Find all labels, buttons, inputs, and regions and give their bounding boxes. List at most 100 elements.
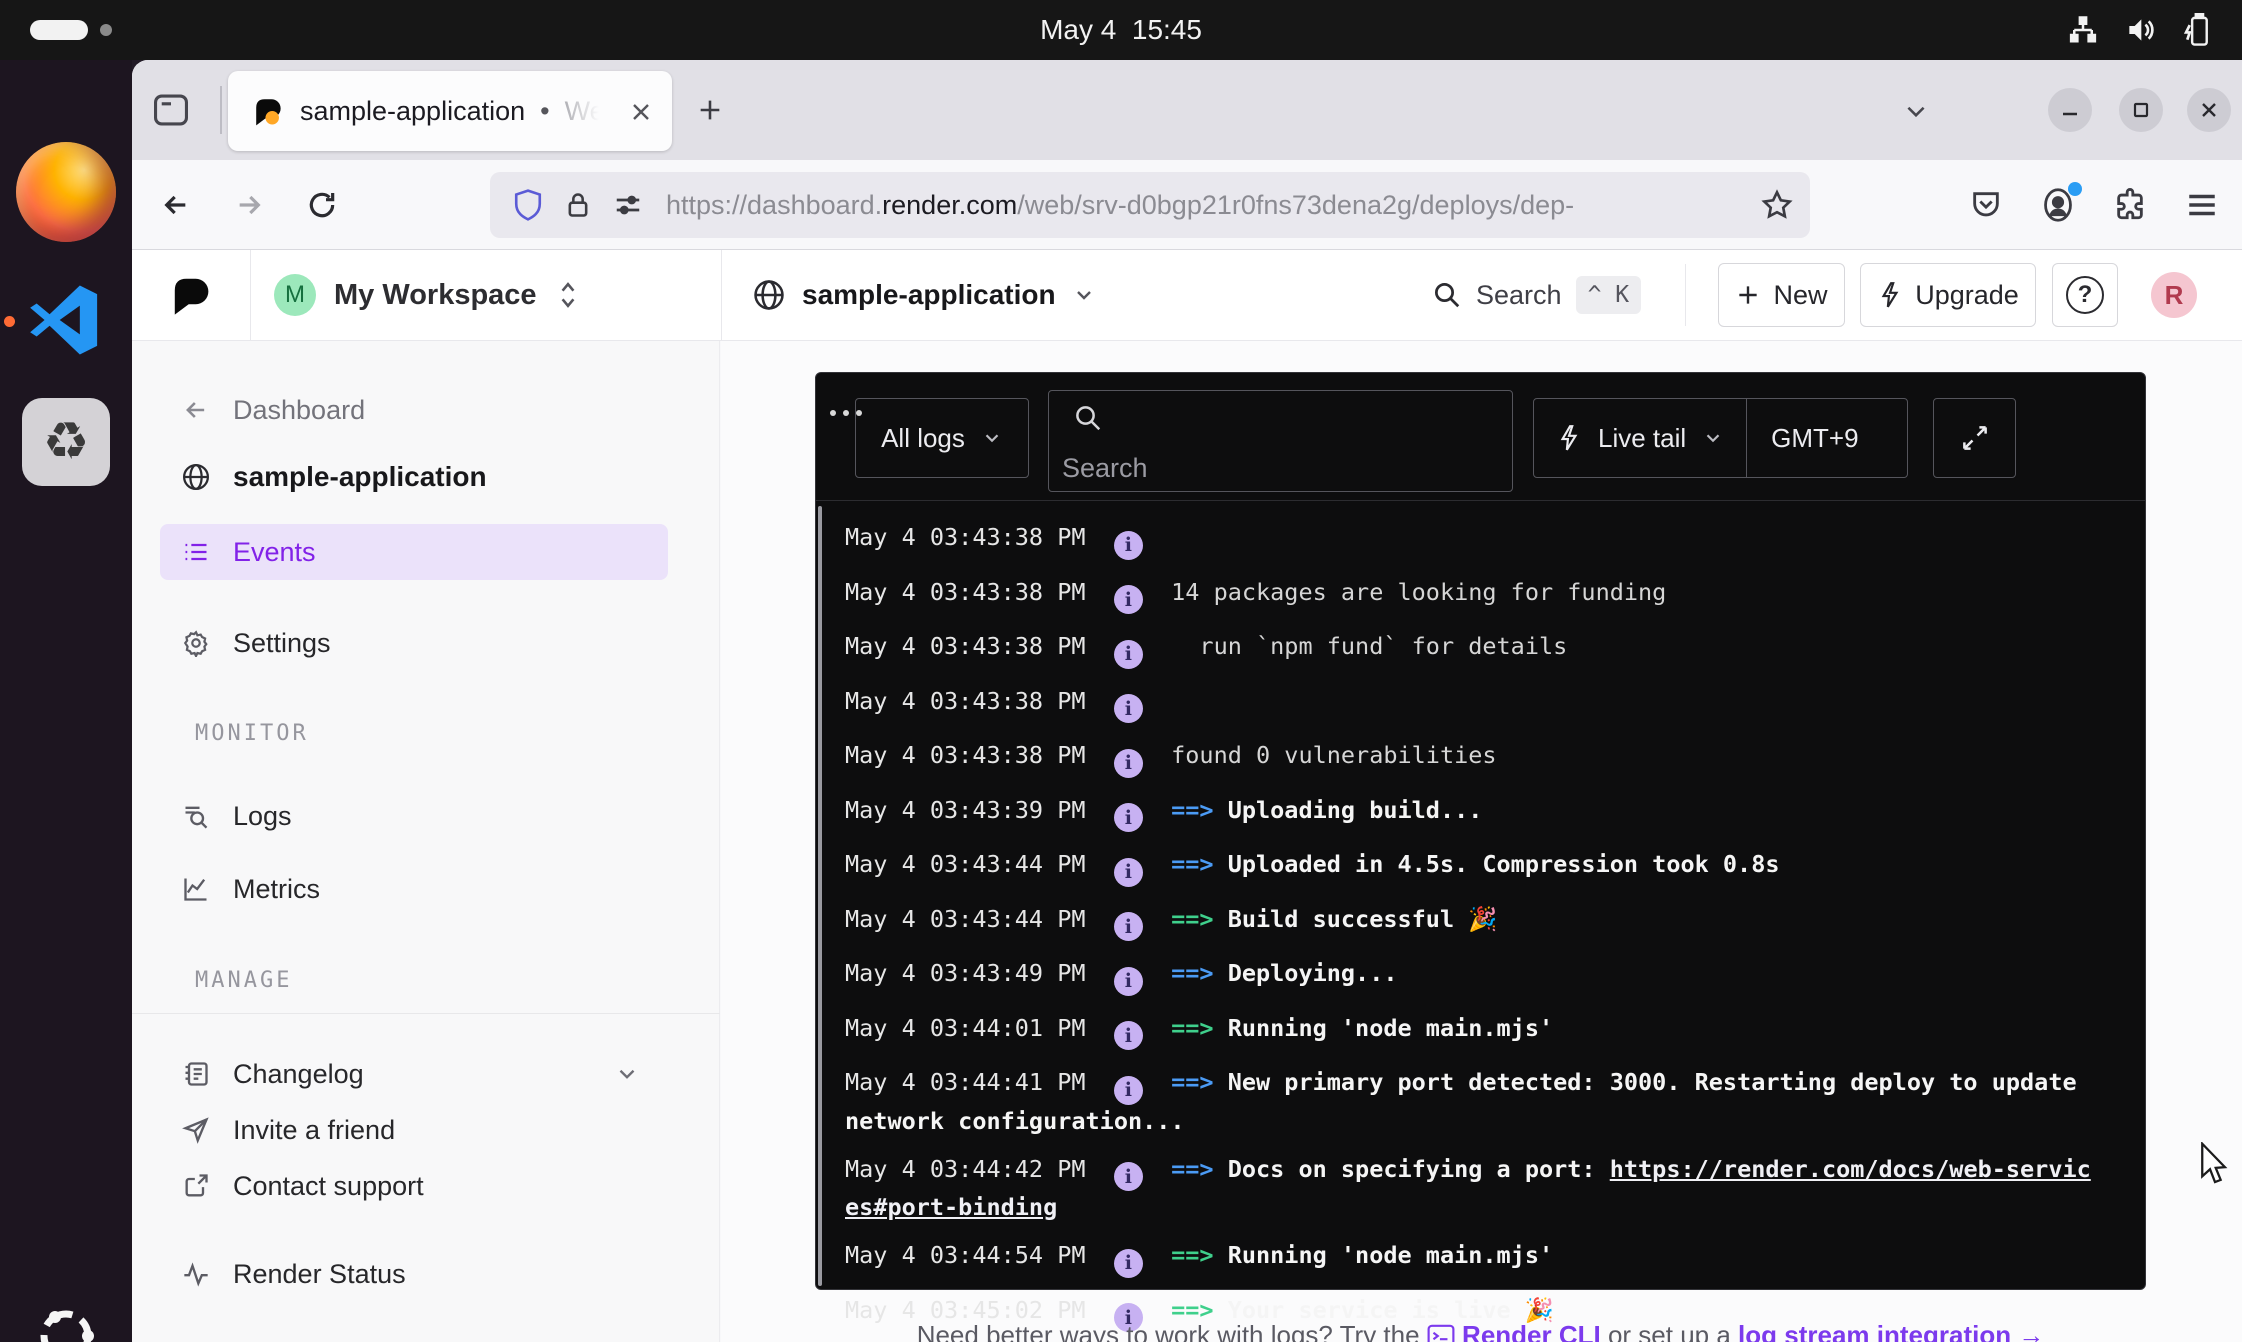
log-entry[interactable]: May 4 03:43:49 PM i ==> Deploying... bbox=[845, 957, 2099, 996]
service-switcher[interactable]: sample-application bbox=[752, 250, 1096, 340]
workspace-switcher[interactable]: M My Workspace bbox=[274, 250, 581, 340]
bookmark-star-icon[interactable] bbox=[1758, 186, 1796, 224]
log-entry[interactable]: May 4 03:43:38 PM i found 0 vulnerabilit… bbox=[845, 739, 2099, 778]
log-entry[interactable]: May 4 03:43:38 PM i bbox=[845, 685, 2099, 724]
recycler-icon[interactable]: ♻ bbox=[22, 398, 110, 486]
log-timestamp: May 4 03:44:41 PM bbox=[845, 1068, 1086, 1096]
browser-window: sample-application • We bbox=[132, 60, 2242, 1342]
log-scrollbar[interactable] bbox=[818, 506, 822, 1286]
info-icon[interactable]: i bbox=[1114, 1249, 1143, 1278]
paper-plane-icon bbox=[181, 1116, 211, 1144]
sidebar-item-metrics[interactable]: Metrics bbox=[160, 861, 668, 917]
info-icon[interactable]: i bbox=[1114, 749, 1143, 778]
sidebar-item-render-status[interactable]: Render Status bbox=[160, 1246, 668, 1302]
info-icon[interactable]: i bbox=[1114, 803, 1143, 832]
log-footer: Need better ways to work with logs? Try … bbox=[815, 1320, 2146, 1342]
forward-button[interactable] bbox=[226, 182, 272, 228]
render-favicon bbox=[252, 95, 284, 127]
sidebar-item-changelog[interactable]: Changelog bbox=[160, 1046, 668, 1102]
tab-list-chevron-icon[interactable] bbox=[1894, 96, 1938, 126]
sidebar-service-title[interactable]: sample-application bbox=[160, 449, 668, 505]
log-filter-dropdown[interactable]: All logs bbox=[855, 398, 1029, 478]
log-entry[interactable]: May 4 03:44:41 PM i ==> New primary port… bbox=[845, 1066, 2099, 1137]
log-message: Uploading build... bbox=[1228, 796, 1483, 824]
arrow-left-icon bbox=[181, 396, 211, 424]
active-tab[interactable]: sample-application • We bbox=[228, 71, 672, 151]
dock: ♻ bbox=[0, 60, 132, 1342]
sidebar-item-events[interactable]: Events bbox=[160, 524, 668, 580]
tab-close-icon[interactable] bbox=[624, 95, 658, 129]
log-entry[interactable]: May 4 03:43:38 PM i 14 packages are look… bbox=[845, 576, 2099, 615]
log-entries[interactable]: May 4 03:43:38 PM i May 4 03:43:38 PM i … bbox=[845, 505, 2099, 1342]
metrics-chart-icon bbox=[181, 875, 211, 903]
sidebar-item-contact-support[interactable]: Contact support bbox=[160, 1158, 668, 1214]
close-button[interactable] bbox=[2187, 88, 2231, 132]
timezone-label[interactable]: GMT+9 bbox=[1771, 423, 1858, 454]
firefox-icon[interactable] bbox=[16, 142, 116, 242]
extensions-icon[interactable] bbox=[2108, 182, 2152, 228]
expand-logs-button[interactable] bbox=[1933, 398, 2016, 478]
log-entry[interactable]: May 4 03:43:44 PM i ==> Build successful… bbox=[845, 903, 2099, 942]
ubuntu-icon[interactable] bbox=[30, 1300, 102, 1342]
sidebar-item-logs[interactable]: Logs bbox=[160, 788, 668, 844]
info-icon[interactable]: i bbox=[1114, 1076, 1143, 1105]
log-stream-integration-link[interactable]: log stream integration → bbox=[1738, 1320, 2044, 1342]
info-icon[interactable]: i bbox=[1114, 1021, 1143, 1050]
url-text[interactable]: https://dashboard.render.com/web/srv-d0b… bbox=[666, 190, 1810, 221]
back-button[interactable] bbox=[153, 182, 199, 228]
new-button[interactable]: New bbox=[1718, 263, 1845, 327]
new-tab-button[interactable] bbox=[688, 88, 732, 132]
log-timestamp: May 4 03:43:44 PM bbox=[845, 850, 1086, 878]
reload-button[interactable] bbox=[299, 182, 345, 228]
firefox-view-button[interactable] bbox=[148, 88, 194, 132]
log-timestamp: May 4 03:44:54 PM bbox=[845, 1241, 1086, 1269]
log-entry[interactable]: May 4 03:43:39 PM i ==> Uploading build.… bbox=[845, 794, 2099, 833]
render-cli-icon bbox=[1427, 1324, 1455, 1342]
log-entry[interactable]: May 4 03:44:42 PM i ==> Docs on specifyi… bbox=[845, 1153, 2099, 1224]
info-icon[interactable]: i bbox=[1114, 967, 1143, 996]
log-entry[interactable]: May 4 03:43:38 PM i run `npm fund` for d… bbox=[845, 630, 2099, 669]
url-bar[interactable]: https://dashboard.render.com/web/srv-d0b… bbox=[490, 172, 1810, 238]
info-icon[interactable]: i bbox=[1114, 531, 1143, 560]
render-logo[interactable] bbox=[132, 250, 250, 340]
info-icon[interactable]: i bbox=[1114, 1162, 1143, 1191]
help-button[interactable]: ? bbox=[2052, 263, 2118, 327]
pocket-icon[interactable] bbox=[1964, 182, 2008, 228]
vscode-icon[interactable] bbox=[28, 282, 100, 358]
sidebar-item-invite-friend[interactable]: Invite a friend bbox=[160, 1102, 668, 1158]
changelog-icon bbox=[181, 1060, 211, 1088]
chevron-down-icon bbox=[981, 427, 1003, 449]
render-cli-link[interactable]: Render CLI bbox=[1462, 1320, 1601, 1342]
sidebar-item-settings[interactable]: Settings bbox=[160, 615, 668, 671]
log-message: Build successful 🎉 bbox=[1228, 905, 1498, 933]
maximize-button[interactable] bbox=[2119, 88, 2163, 132]
global-search-button[interactable]: Search ^ K bbox=[1432, 250, 1641, 340]
lock-icon[interactable] bbox=[564, 189, 592, 221]
info-icon[interactable]: i bbox=[1114, 585, 1143, 614]
sidebar-back-dashboard[interactable]: Dashboard bbox=[160, 382, 668, 438]
search-icon bbox=[1073, 403, 1103, 433]
changelog-chevron-icon[interactable] bbox=[614, 1061, 640, 1087]
help-icon: ? bbox=[2066, 276, 2104, 314]
log-entry[interactable]: May 4 03:44:54 PM i ==> Running 'node ma… bbox=[845, 1239, 2099, 1278]
account-avatar[interactable]: R bbox=[2151, 272, 2197, 318]
upgrade-button[interactable]: Upgrade bbox=[1860, 263, 2036, 327]
tracking-shield-icon[interactable] bbox=[512, 188, 544, 222]
account-icon[interactable] bbox=[2036, 182, 2080, 228]
permissions-icon[interactable] bbox=[612, 190, 644, 220]
log-entry[interactable]: May 4 03:43:38 PM i bbox=[845, 521, 2099, 560]
info-icon[interactable]: i bbox=[1114, 694, 1143, 723]
info-icon[interactable]: i bbox=[1114, 912, 1143, 941]
system-tray[interactable] bbox=[2068, 0, 2212, 60]
minimize-button[interactable] bbox=[2048, 88, 2092, 132]
log-entry[interactable]: May 4 03:44:01 PM i ==> Running 'node ma… bbox=[845, 1012, 2099, 1051]
log-search-box[interactable]: Search bbox=[1048, 390, 1513, 492]
bolt-icon bbox=[1556, 424, 1582, 452]
live-tail-dropdown[interactable]: Live tail GMT+9 bbox=[1533, 398, 1908, 478]
info-icon[interactable]: i bbox=[1114, 640, 1143, 669]
info-icon[interactable]: i bbox=[1114, 858, 1143, 887]
system-clock[interactable]: May 4 15:45 bbox=[0, 0, 2242, 60]
log-entry[interactable]: May 4 03:43:44 PM i ==> Uploaded in 4.5s… bbox=[845, 848, 2099, 887]
service-name: sample-application bbox=[802, 279, 1056, 311]
menu-hamburger-icon[interactable] bbox=[2180, 182, 2224, 228]
